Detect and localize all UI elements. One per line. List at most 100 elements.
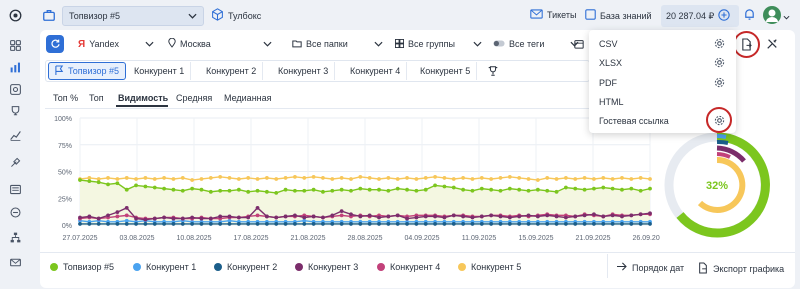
series-point-2: [545, 222, 550, 226]
legend-item-5[interactable]: Конкурент 5: [458, 262, 521, 272]
link-icon[interactable]: [8, 205, 22, 219]
legend-item-3[interactable]: Конкурент 3: [295, 262, 358, 272]
series-point-2: [470, 222, 475, 226]
toolbox-link[interactable]: Тулбокс: [211, 8, 261, 23]
sitemap-icon[interactable]: [8, 230, 22, 244]
view-tab-top[interactable]: Топ: [89, 93, 104, 103]
series-point-0: [573, 186, 578, 191]
series-point-2: [405, 222, 409, 226]
series-point-0: [246, 189, 251, 194]
legend-item-4[interactable]: Конкурент 4: [377, 262, 440, 272]
series-point-0: [264, 189, 269, 194]
series-point-3: [414, 215, 419, 220]
series-point-3: [592, 212, 596, 217]
balance-box[interactable]: 20 287.04 ₽: [661, 5, 739, 27]
mail-icon: [530, 9, 543, 21]
series-point-5: [134, 177, 138, 181]
tools-icon[interactable]: [766, 38, 778, 52]
tickets-link[interactable]: Тикеты: [530, 9, 576, 21]
knowledge-link[interactable]: База знаний: [585, 9, 652, 22]
avatar-icon[interactable]: [763, 6, 781, 24]
gear-icon[interactable]: [714, 57, 725, 68]
tab-competitor-4[interactable]: Конкурент 4: [344, 62, 408, 80]
export-chart-button[interactable]: Экспорт графика: [698, 262, 784, 276]
export-pdf[interactable]: PDF: [599, 78, 617, 88]
view-tab-top-percent[interactable]: Топ %: [53, 93, 78, 103]
logo-icon[interactable]: [8, 8, 22, 22]
groups-select[interactable]: Все группы: [395, 35, 482, 53]
view-tab-average[interactable]: Средняя: [176, 93, 212, 103]
tools-icon[interactable]: [8, 155, 22, 169]
donut-arc-2: [716, 152, 731, 159]
date-order-button[interactable]: Порядок дат: [616, 262, 684, 273]
engine-select[interactable]: Я Yandex: [78, 35, 154, 53]
series-point-3: [638, 212, 643, 217]
chevron-down-icon[interactable]: [783, 12, 790, 22]
legend-item-1[interactable]: Конкурент 1: [133, 262, 196, 272]
trophy-icon[interactable]: [487, 65, 499, 79]
region-select[interactable]: Москва: [168, 35, 272, 53]
folders-select[interactable]: Все папки: [292, 35, 383, 53]
guest-link-settings-button[interactable]: [706, 107, 732, 133]
tab-label: Конкурент 4: [350, 66, 401, 76]
export-csv[interactable]: CSV: [599, 39, 618, 49]
donut-arc-1: [716, 134, 727, 139]
calendar-icon[interactable]: [574, 39, 584, 51]
series-point-5: [255, 177, 260, 181]
legend-item-0[interactable]: Топвизор #5: [50, 262, 114, 272]
list-icon[interactable]: [8, 182, 22, 196]
series-point-2: [582, 222, 587, 226]
series-point-5: [236, 177, 241, 181]
tab-competitor-5[interactable]: Конкурент 5: [414, 62, 478, 80]
series-point-5: [535, 178, 540, 182]
series-point-0: [96, 180, 101, 185]
plus-icon[interactable]: [718, 9, 730, 23]
export-guest-link[interactable]: Гостевая ссылка: [599, 116, 669, 126]
mail-icon[interactable]: [8, 255, 22, 269]
series-point-3: [582, 213, 587, 218]
series-point-5: [564, 176, 568, 180]
series-point-5: [554, 177, 559, 181]
tab-competitor-1[interactable]: Конкурент 1: [128, 62, 192, 80]
series-point-5: [330, 177, 335, 181]
export-html[interactable]: HTML: [599, 97, 624, 107]
view-tab-visibility[interactable]: Видимость: [118, 93, 168, 103]
series-point-3: [124, 205, 129, 210]
tab-competitor-0[interactable]: Топвизор #5: [48, 62, 127, 80]
series-point-5: [190, 178, 195, 182]
x-tick-label: 27.07.2025: [62, 235, 97, 242]
legend-item-2[interactable]: Конкурент 2: [214, 262, 277, 272]
series-point-3: [526, 213, 531, 218]
series-point-3: [517, 214, 522, 219]
series-point-5: [293, 174, 297, 179]
export-xlsx[interactable]: XLSX: [599, 58, 622, 68]
refresh-button[interactable]: [46, 35, 64, 53]
series-point-2: [592, 222, 596, 226]
series-point-0: [171, 187, 176, 192]
trophy-icon[interactable]: [8, 104, 22, 118]
export-button[interactable]: [733, 31, 760, 58]
series-point-0: [377, 187, 381, 192]
series-point-3: [507, 215, 512, 220]
tab-competitor-3[interactable]: Конкурент 3: [272, 62, 336, 80]
series-point-2: [115, 222, 120, 226]
trend-icon[interactable]: [8, 128, 22, 142]
series-point-4: [115, 214, 120, 219]
view-tab-median[interactable]: Медианная: [224, 93, 272, 103]
chart-bars-icon[interactable]: [8, 60, 22, 74]
dashboard-icon[interactable]: [8, 38, 22, 52]
tags-select[interactable]: Все теги: [493, 35, 579, 53]
project-select[interactable]: Топвизор #5: [62, 6, 204, 26]
briefcase-icon[interactable]: [42, 8, 56, 22]
x-tick-label: 10.08.2025: [176, 235, 211, 242]
gear-icon[interactable]: [714, 77, 725, 88]
tab-competitor-2[interactable]: Конкурент 2: [200, 62, 264, 80]
series-point-2: [143, 222, 148, 226]
date-order-label: Порядок дат: [632, 262, 685, 273]
competitors-icon[interactable]: [8, 82, 22, 96]
gear-icon[interactable]: [714, 38, 725, 49]
series-point-3: [106, 213, 110, 218]
series-point-2: [517, 222, 522, 226]
bell-icon[interactable]: [743, 8, 756, 23]
series-point-3: [535, 214, 540, 219]
